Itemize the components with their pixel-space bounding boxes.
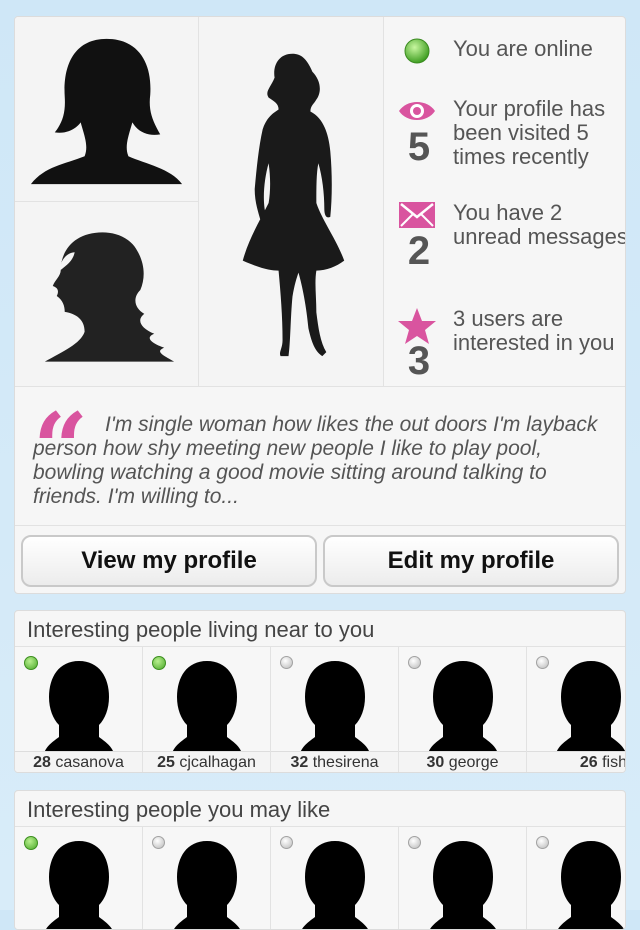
profile-visits-stat[interactable]: 5 Your profile has been visited 5 times … [397, 96, 625, 177]
person-label: 25 cjcalhagan [143, 751, 270, 772]
person-name: casanova [55, 754, 124, 771]
interested-stat[interactable]: 3 3 users are interested in you [397, 306, 625, 387]
offline-dot-icon [408, 656, 421, 669]
offline-dot-icon [280, 656, 293, 669]
profile-stats: You are online 5 Your profile has been v… [385, 17, 626, 387]
messages-text: You have 2 unread messages [453, 200, 626, 249]
interested-count: 3 [407, 339, 431, 383]
online-indicator-icon [397, 37, 437, 70]
online-dot-icon [24, 836, 38, 850]
online-status: You are online [397, 36, 625, 70]
profile-photo-2[interactable] [15, 202, 199, 386]
view-profile-button[interactable]: View my profile [21, 535, 317, 587]
person-label: 28 casanova [15, 751, 142, 772]
may-like-section: Interesting people you may like [14, 790, 626, 930]
person-age: 32 [290, 754, 309, 771]
profile-photo-1[interactable] [15, 17, 199, 202]
female-full-body-silhouette-icon [242, 53, 345, 357]
person-card[interactable] [399, 827, 527, 929]
person-card[interactable] [271, 827, 399, 929]
offline-dot-icon [280, 836, 293, 849]
person-name: fish [602, 754, 626, 771]
person-card[interactable] [15, 827, 143, 929]
offline-dot-icon [408, 836, 421, 849]
section-title: Interesting people you may like [27, 797, 331, 822]
profile-quote-text: I'm single woman how likes the out doors… [33, 413, 598, 508]
person-label: 32 thesirena [271, 751, 398, 772]
profile-card: You are online 5 Your profile has been v… [14, 16, 626, 594]
messages-stat[interactable]: 2 You have 2 unread messages [397, 200, 626, 281]
offline-dot-icon [536, 656, 549, 669]
offline-dot-icon [536, 836, 549, 849]
person-label: 30 george [399, 751, 526, 772]
near-people-section: Interesting people living near to you 28… [14, 610, 626, 773]
person-card[interactable]: 30 george [399, 647, 527, 772]
person-card[interactable] [143, 827, 271, 929]
person-card[interactable]: 32 thesirena [271, 647, 399, 772]
person-name: thesirena [312, 754, 379, 771]
messages-count: 2 [407, 229, 431, 273]
person-name: cjcalhagan [179, 754, 256, 771]
offline-dot-icon [152, 836, 165, 849]
divider [15, 525, 625, 526]
visits-text: Your profile has been visited 5 times re… [453, 96, 606, 169]
profile-quote: I'm single woman how likes the out doors… [33, 413, 613, 509]
person-age: 25 [157, 754, 175, 771]
female-profile-silhouette-icon [44, 232, 175, 362]
person-card[interactable]: 28 casanova [15, 647, 143, 772]
online-dot-icon [152, 656, 166, 670]
online-dot-icon [24, 656, 38, 670]
visits-count: 5 [407, 125, 431, 169]
profile-photo-3[interactable] [199, 17, 384, 386]
online-status-text: You are online [453, 36, 593, 61]
person-card[interactable] [527, 827, 625, 929]
may-like-people-list [15, 826, 625, 929]
interested-text: 3 users are interested in you [453, 306, 615, 355]
person-age: 28 [33, 754, 51, 771]
person-card[interactable]: 25 cjcalhagan [143, 647, 271, 772]
person-age: 26 [579, 754, 598, 771]
person-name: george [448, 754, 499, 771]
edit-profile-button[interactable]: Edit my profile [323, 535, 619, 587]
near-people-list: 28 casanova 25 cjcalhagan 32 thesirena 3… [15, 646, 626, 772]
person-card[interactable]: 26 fish [527, 647, 626, 772]
person-label: 26 fish [527, 751, 626, 772]
section-title: Interesting people living near to you [27, 617, 375, 642]
divider [15, 386, 625, 387]
female-portrait-silhouette-icon [30, 38, 183, 185]
person-age: 30 [426, 754, 445, 771]
